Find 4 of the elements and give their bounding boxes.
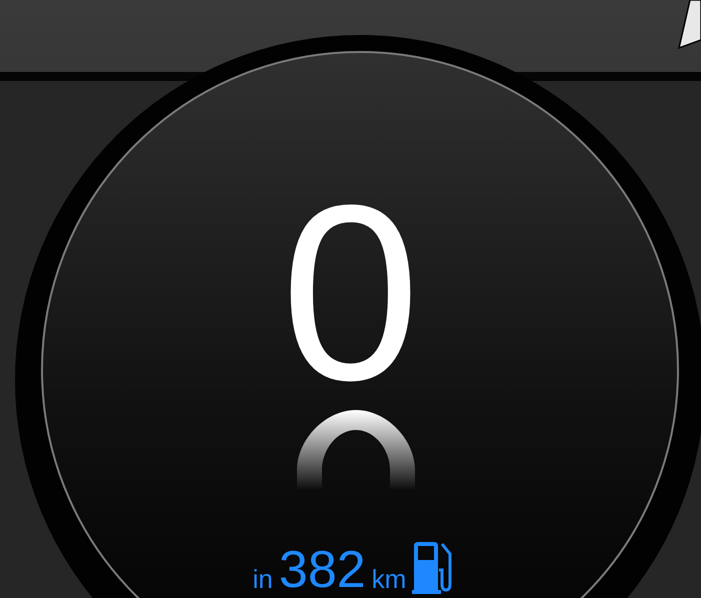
range-unit: km — [372, 566, 406, 592]
range-prefix: in — [252, 566, 273, 592]
speed-readout: 0 — [280, 168, 420, 418]
range-value: 382 — [278, 544, 366, 596]
